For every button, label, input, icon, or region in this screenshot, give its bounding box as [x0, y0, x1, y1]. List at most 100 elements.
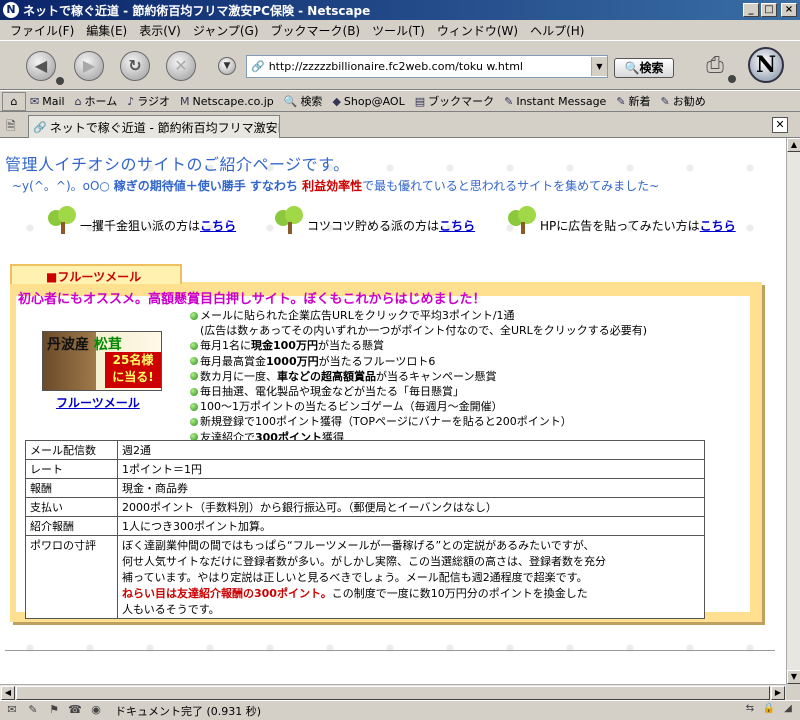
reload-button[interactable]: ↻: [120, 51, 150, 81]
tab-bar: 🗎 🔗 ネットで稼ぐ近道 - 節約術百均フリマ激安P... ✕: [0, 112, 800, 138]
banner-count-line2: に当る!: [112, 370, 154, 384]
personal-toolbar-item[interactable]: ✎ お勧め: [661, 93, 706, 109]
feature-list: メールに貼られた企業広告URLをクリックで平均3ポイント/1通 (広告は数ヶあって…: [190, 308, 710, 445]
personal-toolbar-item[interactable]: ▤ ブックマーク: [415, 93, 494, 109]
personal-toolbar-item-label: お勧め: [672, 95, 706, 108]
scroll-right-icon[interactable]: ▶: [771, 686, 785, 700]
netscape-logo[interactable]: N: [748, 47, 784, 83]
url-text[interactable]: http://zzzzzbillionaire.fc2web.com/toku …: [269, 60, 591, 73]
personal-toolbar-item[interactable]: ◆ Shop@AOL: [332, 95, 404, 108]
feature-item: 毎月1名に 現金100万円 が当たる懸賞: [190, 338, 710, 353]
page-content: 管理人イチオシのサイトのご紹介ページです。 ~y(^。^)。oO○ 稼ぎの期待値…: [0, 138, 786, 684]
tab-active[interactable]: 🔗 ネットで稼ぐ近道 - 節約術百均フリマ激安P...: [28, 115, 280, 138]
close-button[interactable]: ×: [781, 3, 797, 17]
menu-item[interactable]: ブックマーク(B): [265, 22, 367, 39]
im-icon[interactable]: ⚑: [45, 703, 63, 719]
resize-grip-icon[interactable]: ◢: [780, 703, 796, 719]
chat-icon[interactable]: ◉: [87, 703, 105, 719]
banner-title: 丹波産 松茸: [47, 334, 122, 354]
window-title: ネットで稼ぐ近道 - 節約術百均フリマ激安PC保険 - Netscape: [23, 3, 371, 18]
magnifier-icon: 🔍: [624, 61, 640, 75]
feature-text: 毎日抽選、電化製品や現金などが当たる「毎日懸賞」: [200, 385, 464, 399]
maximize-button[interactable]: □: [761, 3, 777, 17]
menu-item[interactable]: 表示(V): [133, 22, 187, 39]
security-lock-icon[interactable]: 🔒: [761, 703, 777, 719]
search-icon: 🔍: [283, 94, 298, 108]
stop-button[interactable]: ✕: [166, 51, 196, 81]
vertical-scrollbar[interactable]: ▲ ▼: [786, 138, 800, 684]
feature-text: が当るキャンペーン懸賞: [376, 369, 497, 383]
green-bullet-icon: [190, 342, 198, 350]
shop-icon: ◆: [332, 94, 341, 108]
table-label-cell: 報酬: [25, 478, 118, 498]
menu-item[interactable]: ヘルプ(H): [524, 22, 590, 39]
horizontal-scroll-thumb[interactable]: [16, 686, 770, 700]
tagline-bold: 稼ぎの期待値＋使い勝手 すなわち: [113, 179, 303, 193]
scroll-left-icon[interactable]: ◀: [1, 686, 15, 700]
personal-toolbar-item[interactable]: M Netscape.co.jp: [180, 95, 274, 108]
scroll-up-icon[interactable]: ▲: [787, 138, 800, 152]
personal-toolbar-item[interactable]: ✎ Instant Message: [504, 95, 606, 108]
green-bullet-icon: [190, 357, 198, 366]
forward-button[interactable]: ▶: [74, 51, 104, 81]
personal-toolbar-item[interactable]: ⌂ ホーム: [75, 93, 118, 109]
status-bar: ✉ ✎ ⚑ ☎ ◉ ドキュメント完了 (0.931 秒) ⇆ 🔒 ◢: [0, 700, 800, 720]
personal-toolbar-item[interactable]: 🔍 検索: [284, 93, 323, 109]
back-button[interactable]: ◀: [26, 51, 56, 81]
horizontal-scrollbar[interactable]: ◀ ▶: [0, 684, 786, 700]
nav-link-kochira-ads[interactable]: こちら: [700, 217, 736, 234]
minimize-button[interactable]: _: [743, 3, 759, 17]
scroll-down-icon[interactable]: ▼: [787, 670, 800, 684]
toolbar-home-tab-icon[interactable]: ⌂: [2, 92, 26, 111]
feature-item: (広告は数ヶあってその内いずれか一つがポイント付なので、全URLをクリックする必…: [190, 323, 710, 338]
table-row: 支払い 2000ポイント（手数料別）から銀行振込可。（郵便局とイーバンクはなし）: [25, 497, 705, 517]
personal-toolbar: ⌂ ✉ Mail ⌂ ホーム ♪ ラジオ M Netscape.co.jp 🔍 検索 ◆ Shop@A…: [0, 90, 800, 112]
composer-icon[interactable]: ✎: [24, 703, 42, 719]
menu-item[interactable]: ファイル(F): [4, 22, 80, 39]
table-value-cell: 現金・商品券: [117, 478, 705, 498]
comment-line: ぼく達副業仲間の間ではもっぱら“フルーツメールが一番稼げる”との定説があるみたい…: [122, 539, 595, 552]
print-icon[interactable]: ⎙: [700, 53, 730, 79]
search-button[interactable]: 🔍検索: [614, 58, 674, 78]
nav-link-kochira-steady[interactable]: こちら: [439, 217, 475, 234]
feature-item: 新規登録で100ポイント獲得（TOPページにバナーを貼ると200ポイント）: [190, 414, 710, 429]
address-book-icon[interactable]: ☎: [66, 703, 84, 719]
menu-item[interactable]: 編集(E): [80, 22, 133, 39]
new-tab-icon[interactable]: 🗎: [6, 117, 22, 133]
tree-icon: [48, 206, 78, 234]
fruits-mail-banner[interactable]: 丹波産 松茸 25名様 に当る!: [42, 331, 162, 391]
comment-label-cell: ポワロの寸評: [25, 535, 118, 619]
banner-title-b: 松茸: [93, 337, 122, 353]
personal-toolbar-item-label: ラジオ: [137, 95, 171, 108]
personal-toolbar-item[interactable]: ✉ Mail: [30, 95, 65, 108]
menu-item[interactable]: ウィンドウ(W): [431, 22, 524, 39]
personal-toolbar-item[interactable]: ✎ 新着: [616, 93, 650, 109]
feature-text: 毎月1名に: [200, 339, 251, 353]
nav-link-kochira-jackpot[interactable]: こちら: [200, 217, 236, 234]
print-dropdown-icon[interactable]: [728, 75, 736, 83]
new-icon: ✎: [616, 94, 626, 108]
menu-item[interactable]: ジャンプ(G): [187, 22, 265, 39]
online-status-icon[interactable]: ⇆: [742, 703, 758, 719]
menu-item[interactable]: ツール(T): [366, 22, 431, 39]
netscape-app-icon[interactable]: N: [3, 2, 19, 18]
personal-toolbar-item[interactable]: ♪ ラジオ: [127, 93, 170, 109]
feature-text: 毎月最高賞金: [200, 354, 266, 368]
tagline-suffix: で最も優れていると思われるサイトを集めてみました~: [362, 179, 660, 193]
fruits-mail-link[interactable]: フルーツメール: [56, 394, 140, 411]
url-go-button[interactable]: ▼: [218, 57, 236, 75]
mail-status-icon[interactable]: ✉: [3, 703, 21, 719]
table-label-cell: 紹介報酬: [25, 516, 118, 536]
feature-text: 数カ月に一度、: [200, 369, 277, 383]
url-field[interactable]: 🔗 http://zzzzzbillionaire.fc2web.com/tok…: [246, 55, 608, 78]
personal-toolbar-item-label: Netscape.co.jp: [192, 94, 274, 108]
back-dropdown-icon[interactable]: [56, 77, 64, 85]
nav-link-prefix: コツコツ貯める派の方は: [307, 219, 440, 233]
search-button-label: 検索: [639, 61, 664, 75]
my-netscape-icon: M: [180, 94, 190, 108]
url-history-dropdown-icon[interactable]: ▼: [591, 57, 607, 76]
feature-item: 数カ月に一度、 車などの超高額賞品 が当るキャンペーン懸賞: [190, 369, 710, 384]
tab-close-icon[interactable]: ✕: [772, 117, 788, 133]
personal-toolbar-item-label: Shop@AOL: [343, 94, 405, 108]
instant-message-icon: ✎: [504, 94, 514, 108]
